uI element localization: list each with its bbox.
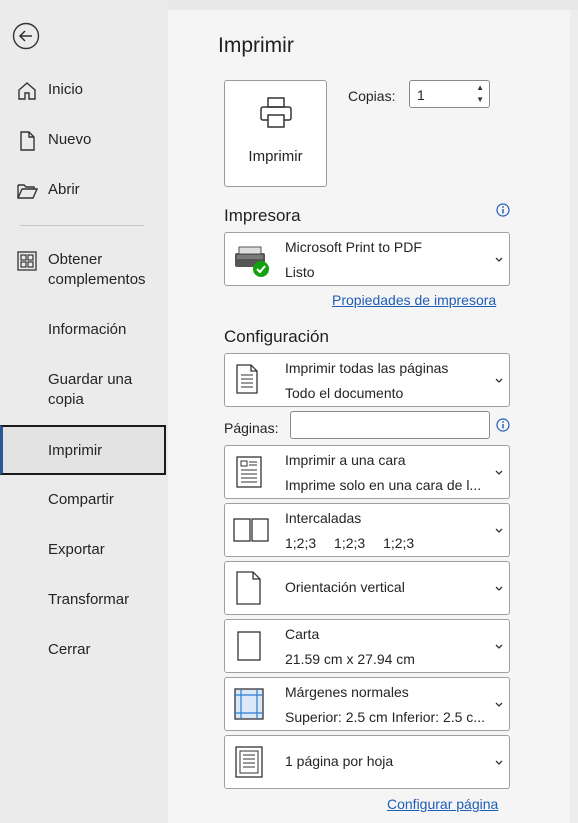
orientation-title: Orientación vertical — [285, 579, 405, 595]
sidebar-item-compartir[interactable]: Compartir — [0, 490, 166, 512]
paper-size-title: Carta — [285, 626, 320, 642]
collated-icon — [233, 518, 269, 542]
sidebar-item-cerrar[interactable]: Cerrar — [0, 640, 166, 662]
collation-dropdown[interactable]: Intercaladas 1;2;3 1;2;3 1;2;3 — [224, 503, 510, 557]
printer-properties-link[interactable]: Propiedades de impresora — [332, 292, 496, 308]
page-title: Imprimir — [218, 34, 294, 57]
spin-up-icon[interactable]: ▲ — [476, 83, 484, 92]
chevron-down-icon — [495, 760, 503, 765]
margins-icon — [234, 688, 264, 720]
info-icon[interactable] — [496, 203, 510, 217]
print-range-title: Imprimir todas las páginas — [285, 360, 449, 376]
copies-value: 1 — [417, 87, 425, 103]
print-range-dropdown[interactable]: Imprimir todas las páginas Todo el docum… — [224, 353, 510, 407]
sidebar-item-label: Nuevo — [48, 131, 92, 148]
preview-edge — [570, 10, 578, 823]
sidebar-item-complementos[interactable]: Obtener complementos — [0, 250, 166, 292]
printer-dropdown[interactable]: Microsoft Print to PDF Listo — [224, 232, 510, 286]
chevron-down-icon — [495, 378, 503, 383]
sidebar-item-informacion[interactable]: Información — [0, 320, 166, 342]
sidebar-item-label: Abrir — [48, 181, 80, 198]
printer-ready-icon — [235, 246, 269, 277]
print-button-label: Imprimir — [248, 148, 303, 165]
sidebar-item-nuevo[interactable]: Nuevo — [0, 130, 166, 152]
page-setup-link[interactable]: Configurar página — [387, 796, 498, 812]
sidebar-divider — [20, 225, 144, 226]
chevron-down-icon — [495, 702, 503, 707]
print-panel: Imprimir Imprimir Copias: 1 ▲ ▼ Impresor… — [168, 10, 570, 823]
printer-icon — [260, 97, 292, 128]
printer-section-heading: Impresora — [224, 206, 301, 225]
sidebar-item-label: Información — [48, 321, 127, 338]
margins-dropdown[interactable]: Márgenes normales Superior: 2.5 cm Infer… — [224, 677, 510, 731]
pages-icon — [236, 364, 258, 394]
one-sided-icon — [236, 456, 262, 488]
collation-subtitle: 1;2;3 1;2;3 1;2;3 — [285, 535, 495, 551]
config-section-heading: Configuración — [224, 327, 329, 346]
printer-status: Listo — [285, 264, 315, 280]
pages-per-sheet-dropdown[interactable]: 1 página por hoja — [224, 735, 510, 789]
print-button[interactable]: Imprimir — [224, 80, 327, 187]
back-button[interactable] — [12, 22, 40, 50]
copies-label: Copias: — [348, 88, 396, 104]
sidebar-item-guardar-copia[interactable]: Guardar una copia — [0, 370, 166, 412]
collation-sequence: 1;2;3 — [383, 535, 415, 551]
sidebar-item-label: Imprimir — [48, 442, 103, 459]
sides-subtitle: Imprime solo en una cara de l... — [285, 477, 482, 493]
orientation-dropdown[interactable]: Orientación vertical — [224, 561, 510, 615]
sidebar-item-exportar[interactable]: Exportar — [0, 540, 166, 562]
addins-grid-icon — [17, 251, 37, 271]
collation-sequence: 1;2;3 — [285, 535, 317, 551]
portrait-icon — [236, 571, 261, 605]
print-range-subtitle: Todo el documento — [285, 385, 404, 401]
pages-label: Páginas: — [224, 420, 279, 436]
sidebar-item-label: Guardar una copia — [48, 371, 133, 408]
sidebar-item-imprimir[interactable]: Imprimir — [0, 425, 166, 475]
sidebar-item-abrir[interactable]: Abrir — [0, 180, 166, 202]
backstage-sidebar: Inicio Nuevo Abrir Obtener complementos … — [0, 0, 168, 823]
info-icon[interactable] — [496, 418, 510, 432]
sidebar-item-label: Inicio — [48, 81, 84, 98]
chevron-down-icon — [495, 586, 503, 591]
back-arrow-icon — [12, 22, 40, 50]
home-icon — [18, 82, 36, 100]
margins-subtitle: Superior: 2.5 cm Inferior: 2.5 c... — [285, 709, 485, 725]
folder-open-icon — [17, 184, 38, 199]
pages-per-sheet-icon — [235, 746, 263, 778]
pages-per-sheet-title: 1 página por hoja — [285, 753, 394, 769]
chevron-down-icon — [495, 644, 503, 649]
collation-title: Intercaladas — [285, 510, 362, 526]
sidebar-item-label: Obtener complementos — [48, 251, 146, 288]
sides-title: Imprimir a una cara — [285, 452, 406, 468]
printer-name: Microsoft Print to PDF — [285, 239, 422, 255]
new-document-icon — [20, 131, 35, 151]
chevron-down-icon — [495, 257, 503, 262]
sidebar-item-transformar[interactable]: Transformar — [0, 590, 166, 612]
collation-sequence: 1;2;3 — [334, 535, 366, 551]
margins-title: Márgenes normales — [285, 684, 409, 700]
sidebar-item-inicio[interactable]: Inicio — [0, 80, 166, 102]
paper-size-dropdown[interactable]: Carta 21.59 cm x 27.94 cm — [224, 619, 510, 673]
sidebar-item-label: Compartir — [48, 491, 114, 508]
paper-size-subtitle: 21.59 cm x 27.94 cm — [285, 651, 415, 667]
chevron-down-icon — [495, 470, 503, 475]
sides-dropdown[interactable]: Imprimir a una cara Imprime solo en una … — [224, 445, 510, 499]
paper-size-icon — [237, 631, 261, 661]
sidebar-item-label: Cerrar — [48, 641, 91, 658]
sidebar-item-label: Exportar — [48, 541, 105, 558]
pages-input[interactable] — [290, 411, 490, 439]
copies-stepper[interactable]: 1 ▲ ▼ — [409, 80, 490, 108]
chevron-down-icon — [495, 528, 503, 533]
spin-down-icon[interactable]: ▼ — [476, 95, 484, 104]
sidebar-item-label: Transformar — [48, 591, 130, 608]
